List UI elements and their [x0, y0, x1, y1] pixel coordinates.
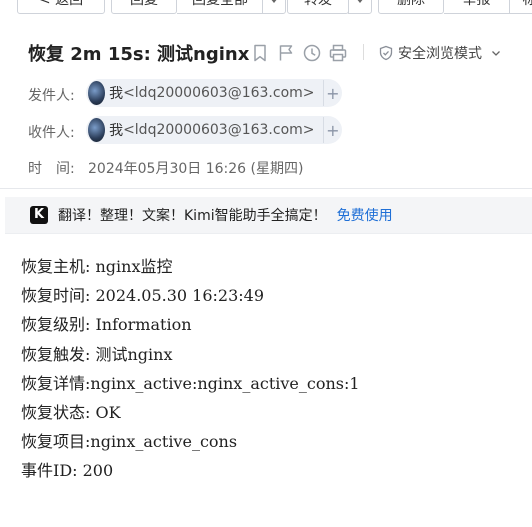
body-line: 恢复状态: OK — [21, 402, 121, 422]
header-divider — [0, 188, 532, 189]
kimi-logo-icon: K — [30, 206, 48, 224]
chevron-down-icon — [492, 51, 501, 56]
recipient-chip[interactable]: 我 <ldq20000603@163.com> + — [86, 116, 342, 144]
reply-more-button[interactable] — [262, 0, 286, 14]
print-icon[interactable] — [328, 43, 348, 63]
plus-icon[interactable]: + — [322, 80, 342, 106]
subject-row: 恢复 2m 15s: 测试nginx 安全浏览模式 — [28, 40, 518, 66]
date-value: 2024年05月30日 16:26 (星期四) — [88, 161, 304, 177]
clock-icon[interactable] — [302, 43, 322, 63]
forward-more-button[interactable] — [348, 0, 372, 14]
report-button[interactable]: 举报 — [444, 0, 510, 14]
body-line: 恢复时间: 2024.05.30 16:23:49 — [21, 286, 265, 306]
sender-email: <ldq20000603@163.com> — [123, 85, 315, 101]
chevron-down-icon — [270, 0, 278, 3]
body-line: 恢复触发: 测试nginx — [21, 344, 173, 364]
avatar — [88, 118, 106, 142]
body-line: 恢复详情:nginx_active:nginx_active_cons:1 — [21, 373, 360, 393]
sender-name: 我 — [109, 86, 124, 102]
toolbar-separator — [363, 44, 364, 60]
toolbar: < 返回 回复 回复全部 转发 删除 举报 标 — [0, 0, 532, 16]
back-button[interactable]: < 返回 — [17, 0, 105, 14]
flag-icon[interactable] — [276, 43, 296, 63]
to-label: 收件人: — [28, 125, 75, 141]
shield-icon — [379, 45, 393, 61]
banner-text: 翻译！整理！文案！Kimi智能助手全搞定！ 免费使用 — [58, 205, 393, 225]
delete-button[interactable]: 删除 — [378, 0, 444, 14]
avatar — [88, 81, 106, 105]
body-line: 事件ID: 200 — [21, 461, 114, 481]
plus-icon[interactable]: + — [322, 117, 342, 143]
banner-link[interactable]: 免费使用 — [337, 208, 393, 224]
recipient-email: <ldq20000603@163.com> — [123, 122, 315, 138]
safe-mode-toggle[interactable]: 安全浏览模式 — [378, 43, 506, 63]
mail-body: 恢复主机: nginx监控 恢复时间: 2024.05.30 16:23:49 … — [21, 252, 360, 486]
body-line: 恢复主机: nginx监控 — [21, 257, 173, 276]
reply-button[interactable]: 回复 — [111, 0, 177, 14]
sender-chip[interactable]: 我 <ldq20000603@163.com> + — [86, 79, 342, 107]
mail-subject: 恢复 2m 15s: 测试nginx — [28, 44, 250, 65]
chevron-down-icon — [356, 0, 364, 3]
safe-mode-label: 安全浏览模式 — [398, 46, 482, 62]
bookmark-icon[interactable] — [250, 43, 270, 63]
mark-button[interactable]: 标 — [510, 0, 532, 14]
from-label: 发件人: — [28, 88, 75, 104]
forward-button[interactable]: 转发 — [287, 0, 349, 14]
banner-message: 翻译！整理！文案！Kimi智能助手全搞定！ — [58, 208, 327, 224]
recipient-name: 我 — [109, 123, 124, 139]
body-line: 恢复项目:nginx_active_cons — [21, 432, 238, 452]
body-line: 恢复级别: Information — [21, 315, 192, 335]
ad-banner[interactable]: K 翻译！整理！文案！Kimi智能助手全搞定！ 免费使用 — [5, 197, 532, 234]
date-label: 时 间: — [28, 161, 75, 177]
reply-all-button[interactable]: 回复全部 — [177, 0, 264, 14]
